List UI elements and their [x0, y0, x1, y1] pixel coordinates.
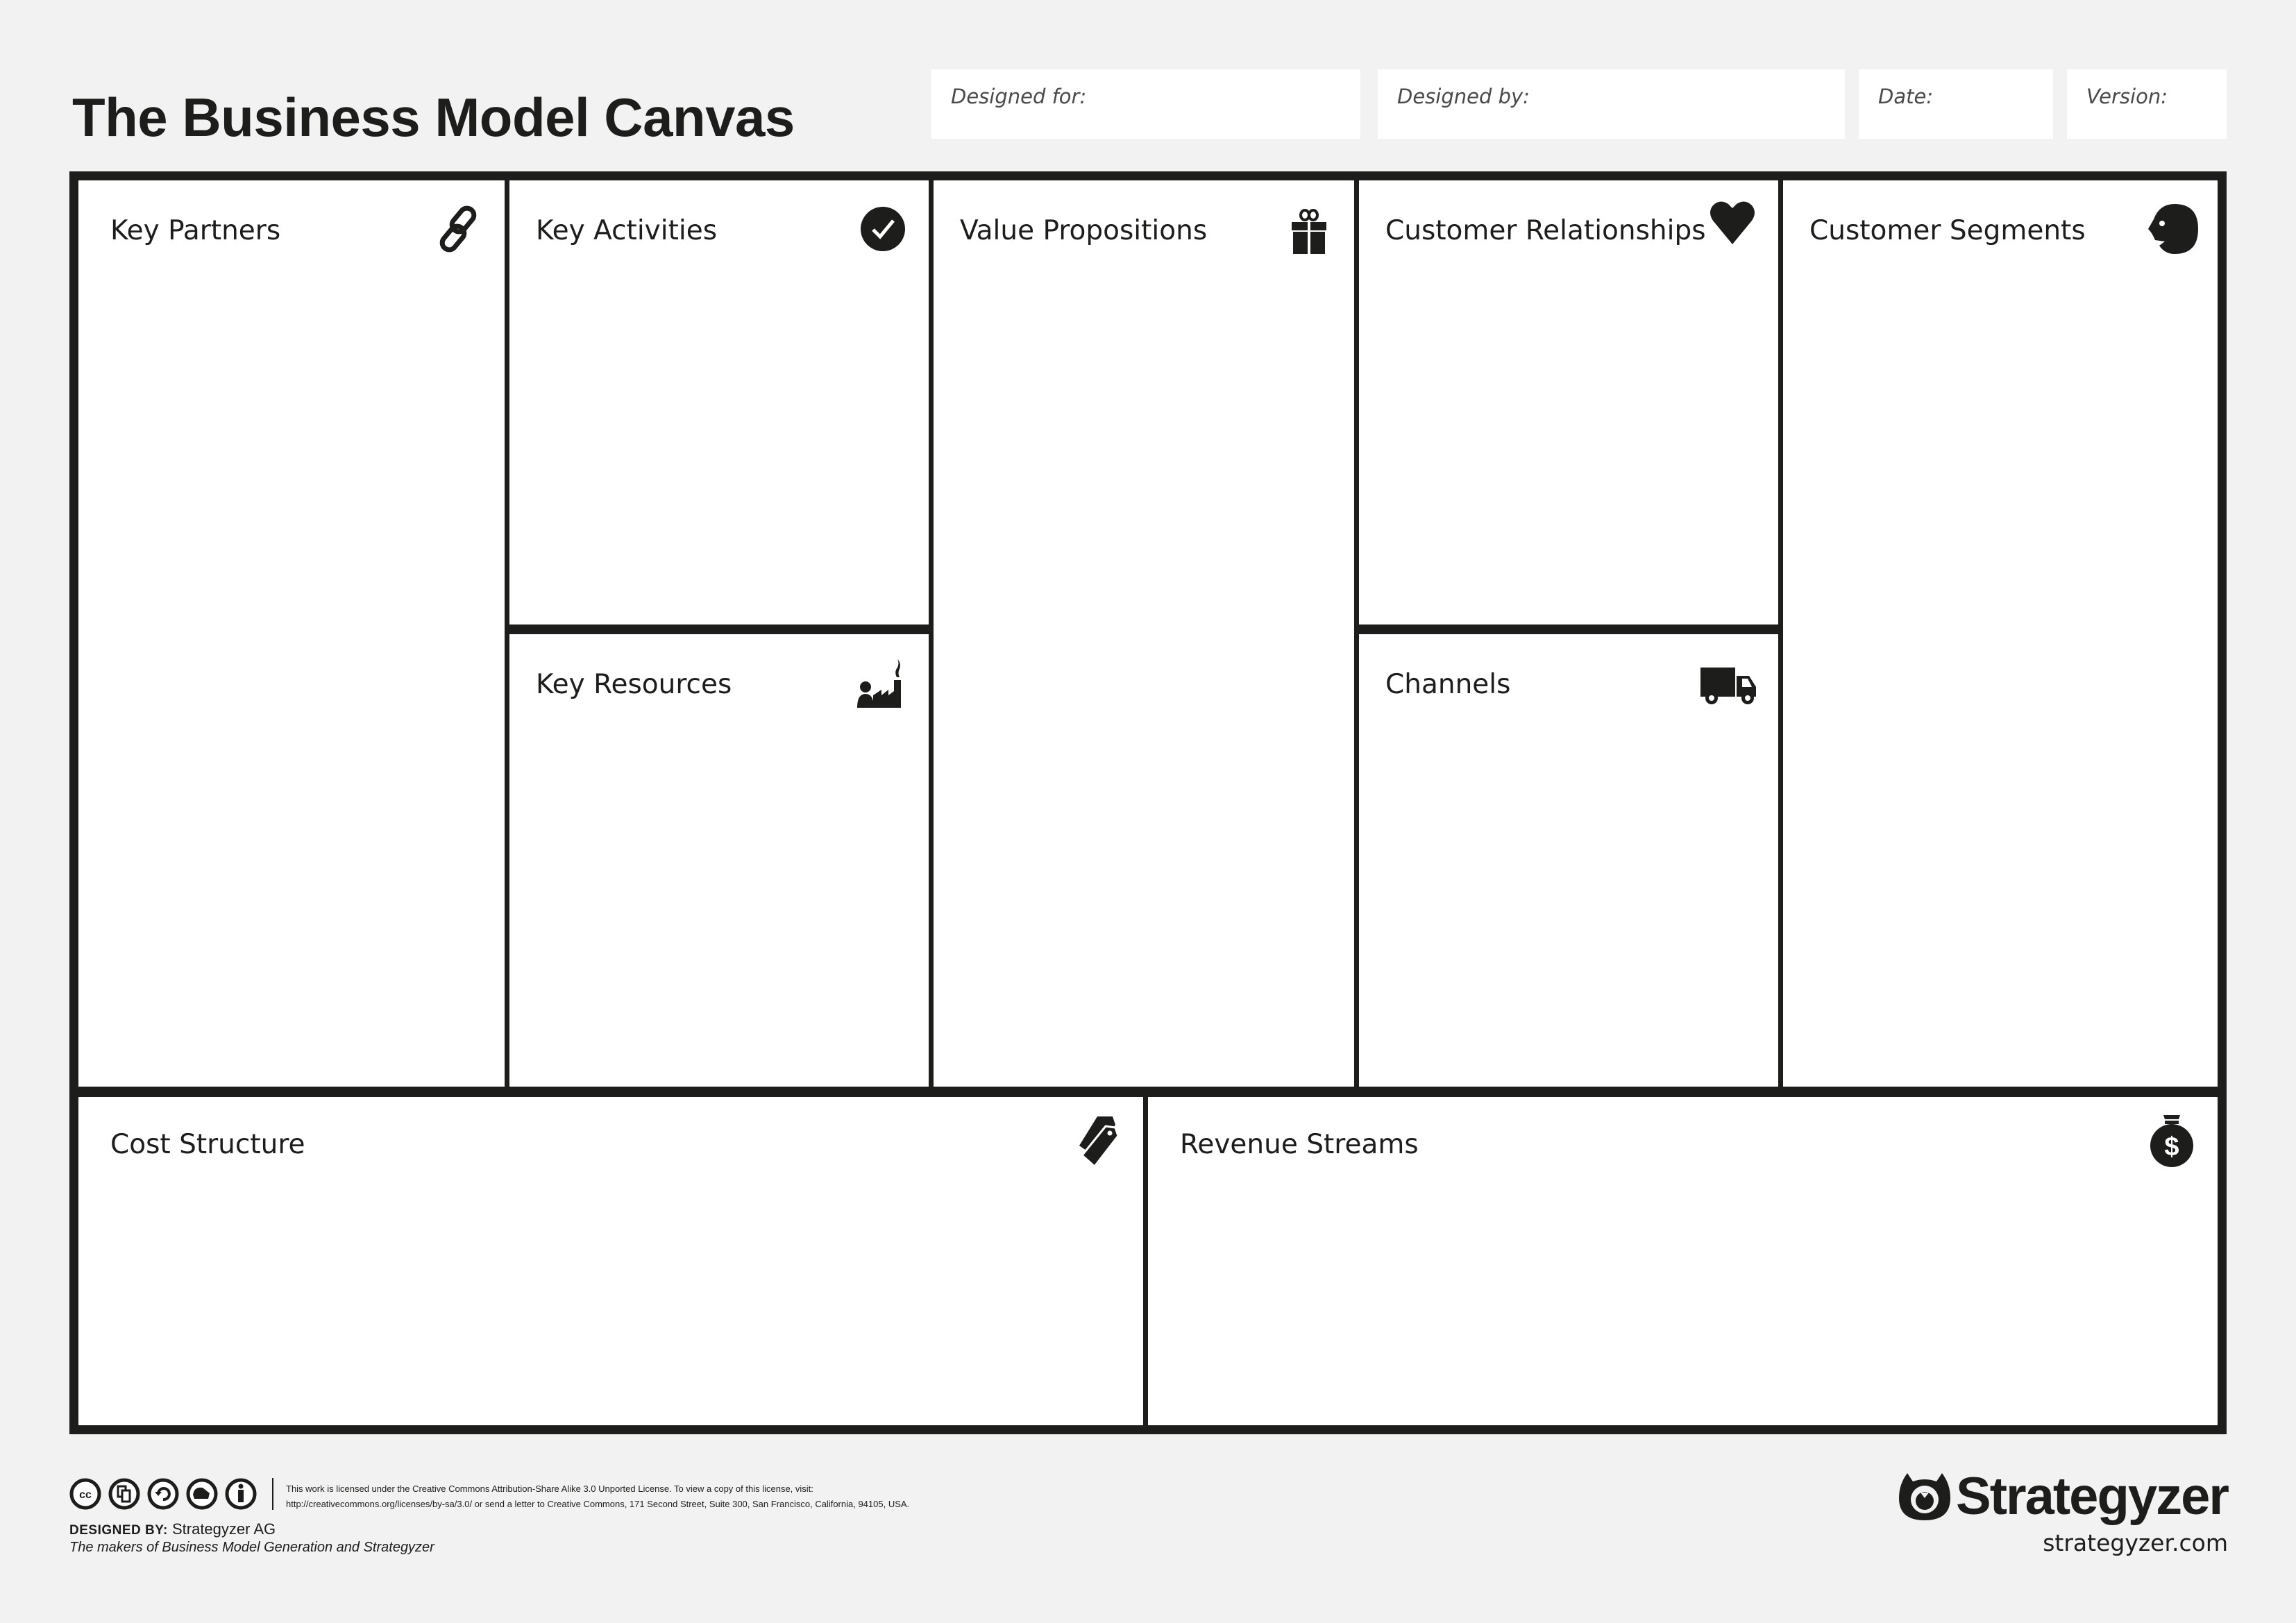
- block-title: Channels: [1385, 669, 1511, 700]
- link-icon: [431, 201, 487, 257]
- block-title: Value Propositions: [960, 215, 1208, 246]
- brand-name: Strategyzer: [1956, 1467, 2229, 1526]
- license-line-1: This work is licensed under the Creative…: [286, 1484, 813, 1494]
- noncommercial-icon: [186, 1478, 218, 1510]
- block-title: Key Activities: [536, 215, 718, 246]
- face-profile-icon: [2144, 201, 2200, 257]
- designed-for-label: Designed for:: [951, 85, 1087, 108]
- license-text: This work is licensed under the Creative…: [286, 1481, 909, 1512]
- svg-text:$: $: [2164, 1132, 2179, 1162]
- share-icon: [108, 1478, 140, 1510]
- date-label: Date:: [1878, 85, 1934, 108]
- money-bag-icon: $: [2144, 1112, 2200, 1168]
- date-field[interactable]: Date:: [1859, 69, 2053, 139]
- makers-tagline: The makers of Business Model Generation …: [69, 1540, 434, 1556]
- version-label: Version:: [2086, 85, 2168, 108]
- owl-logo-icon: [1899, 1473, 1951, 1520]
- factory-worker-icon: [855, 655, 911, 711]
- customer-segments-block[interactable]: Customer Segments: [1783, 180, 2218, 1087]
- designed-for-field[interactable]: Designed for:: [931, 69, 1360, 139]
- customer-relationships-block[interactable]: Customer Relationships: [1359, 180, 1778, 624]
- version-field[interactable]: Version:: [2067, 69, 2227, 139]
- revenue-streams-block[interactable]: Revenue Streams $: [1148, 1097, 2218, 1425]
- license-icons: cc: [69, 1477, 282, 1511]
- price-tag-icon: [1070, 1114, 1125, 1169]
- block-title: Customer Relationships: [1385, 215, 1706, 246]
- business-model-canvas: Key Partners Key Activities Key Resource…: [69, 171, 2227, 1434]
- divider: [272, 1478, 273, 1510]
- makers-prefix: The makers of: [69, 1540, 162, 1555]
- svg-text:cc: cc: [79, 1489, 92, 1501]
- designed-by-label: DESIGNED BY:: [69, 1523, 168, 1538]
- page-title: The Business Model Canvas: [72, 87, 795, 148]
- block-title: Key Resources: [536, 669, 732, 700]
- attribution-icon: [225, 1478, 257, 1510]
- block-title: Revenue Streams: [1180, 1129, 1419, 1160]
- checkmark-icon: [855, 201, 911, 257]
- remix-icon: [147, 1478, 179, 1510]
- block-title: Customer Segments: [1809, 215, 2086, 246]
- heart-icon: [1705, 194, 1760, 250]
- cost-structure-block[interactable]: Cost Structure: [78, 1097, 1143, 1425]
- license-line-2: http://creativecommons.org/licenses/by-s…: [286, 1499, 910, 1509]
- designed-by-field[interactable]: Designed by:: [1378, 69, 1845, 139]
- makers-bmg: Business Model Generation: [162, 1540, 333, 1555]
- truck-icon: [1698, 655, 1760, 711]
- block-title: Key Partners: [110, 215, 281, 246]
- block-title: Cost Structure: [110, 1129, 305, 1160]
- strategyzer-logo: Strategyzer: [1898, 1467, 2229, 1526]
- channels-block[interactable]: Channels: [1359, 634, 1778, 1087]
- cc-icon: cc: [69, 1478, 101, 1510]
- gift-icon: [1281, 201, 1336, 257]
- makers-and: and: [332, 1540, 364, 1555]
- website-link[interactable]: strategyzer.com: [2043, 1529, 2228, 1556]
- designed-by-value: Strategyzer AG: [171, 1520, 276, 1538]
- key-partners-block[interactable]: Key Partners: [78, 180, 505, 1087]
- makers-strategyzer: Strategyzer: [363, 1540, 434, 1555]
- key-activities-block[interactable]: Key Activities: [509, 180, 929, 624]
- designed-by-label: Designed by:: [1397, 85, 1530, 108]
- designed-by: DESIGNED BY: Strategyzer AG: [69, 1520, 276, 1538]
- key-resources-block[interactable]: Key Resources: [509, 634, 929, 1087]
- value-propositions-block[interactable]: Value Propositions: [934, 180, 1354, 1087]
